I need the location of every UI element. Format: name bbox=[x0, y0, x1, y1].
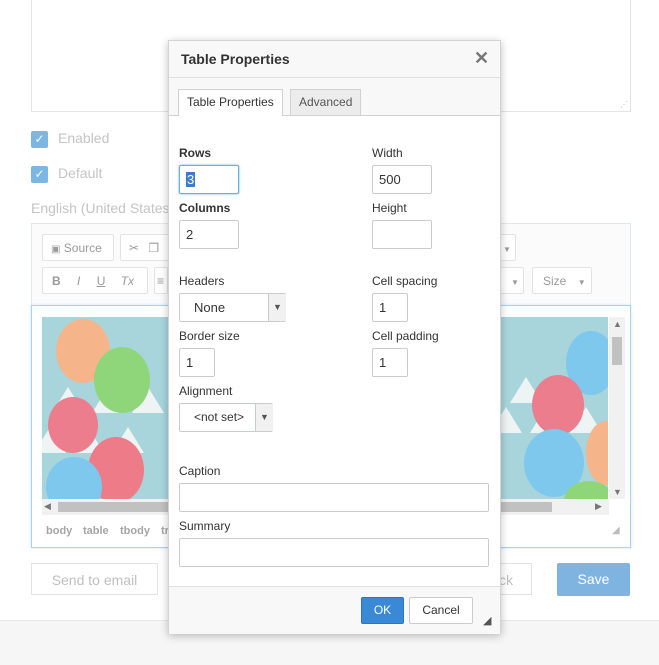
height-label: Height bbox=[372, 201, 407, 215]
summary-input[interactable] bbox=[179, 538, 489, 567]
caption-label: Caption bbox=[179, 464, 221, 478]
columns-input[interactable]: 2 bbox=[179, 220, 239, 249]
format-group: B I U Tx bbox=[42, 267, 148, 294]
enabled-checkbox[interactable]: ✓ bbox=[31, 131, 48, 148]
dialog-title: Table Properties bbox=[181, 51, 290, 67]
cell-padding-input[interactable]: 1 bbox=[372, 348, 408, 377]
path-item-tbody[interactable]: tbody bbox=[120, 525, 150, 537]
source-icon: ▣ bbox=[51, 244, 61, 255]
table-properties-dialog: Table Properties ✕ Table Properties Adva… bbox=[168, 40, 501, 634]
chevron-down-icon: ▼ bbox=[577, 278, 586, 287]
scroll-right-icon[interactable]: ▶ bbox=[595, 501, 602, 512]
cut-copy-group: ✂ ❐ bbox=[120, 234, 170, 261]
balloon-image-right bbox=[500, 317, 608, 499]
ok-button[interactable]: OK bbox=[361, 597, 404, 624]
caption-input[interactable] bbox=[179, 483, 489, 512]
border-size-label: Border size bbox=[179, 329, 240, 343]
cell-spacing-label: Cell spacing bbox=[372, 274, 438, 288]
alignment-select-value: <not set> bbox=[194, 410, 245, 424]
dialog-resize-icon[interactable]: ◢ bbox=[483, 614, 491, 627]
italic-button[interactable]: I bbox=[77, 274, 80, 288]
summary-label: Summary bbox=[179, 519, 231, 533]
cancel-button[interactable]: Cancel bbox=[409, 597, 473, 624]
save-button[interactable]: Save bbox=[557, 563, 630, 596]
scroll-thumb[interactable] bbox=[612, 337, 622, 365]
rows-label: Rows bbox=[179, 146, 212, 160]
balloon-image-left bbox=[42, 317, 168, 499]
headers-label: Headers bbox=[179, 274, 225, 288]
headers-select[interactable]: None ▼ bbox=[179, 293, 286, 322]
dialog-footer: OK Cancel ◢ bbox=[169, 586, 500, 634]
columns-label: Columns bbox=[179, 201, 231, 215]
dialog-title-bar[interactable]: Table Properties ✕ bbox=[169, 41, 500, 78]
default-label: Default bbox=[58, 165, 103, 181]
cell-padding-label: Cell padding bbox=[372, 329, 439, 343]
send-to-email-button[interactable]: Send to email bbox=[31, 563, 158, 595]
path-item-table[interactable]: table bbox=[83, 525, 109, 537]
language-label: English (United States bbox=[31, 200, 170, 216]
close-icon[interactable]: ✕ bbox=[474, 48, 489, 69]
enabled-label: Enabled bbox=[58, 130, 110, 146]
copy-icon[interactable]: ❐ bbox=[148, 241, 159, 255]
chevron-down-icon: ▼ bbox=[268, 294, 286, 321]
path-item-body[interactable]: body bbox=[46, 525, 72, 537]
underline-button[interactable]: U bbox=[97, 274, 106, 288]
border-size-input[interactable]: 1 bbox=[179, 348, 215, 377]
tab-advanced[interactable]: Advanced bbox=[290, 89, 362, 115]
tab-table-properties[interactable]: Table Properties bbox=[178, 89, 283, 116]
bold-button[interactable]: B bbox=[52, 274, 61, 288]
height-input[interactable] bbox=[372, 220, 432, 249]
vertical-scrollbar[interactable]: ▲ ▼ bbox=[609, 317, 625, 499]
source-button[interactable]: ▣ Source bbox=[42, 234, 114, 261]
default-checkbox[interactable]: ✓ bbox=[31, 166, 48, 183]
alignment-select[interactable]: <not set> ▼ bbox=[179, 403, 273, 432]
resize-grip-icon[interactable]: ⋰ bbox=[620, 101, 628, 109]
cut-icon[interactable]: ✂ bbox=[129, 241, 139, 255]
alignment-label: Alignment bbox=[179, 384, 233, 398]
headers-select-value: None bbox=[194, 300, 226, 315]
align-icon[interactable]: ≡ bbox=[154, 267, 168, 294]
rows-input[interactable]: 3 bbox=[179, 165, 239, 194]
width-input[interactable]: 500 bbox=[372, 165, 432, 194]
size-dropdown[interactable]: Size ▼ bbox=[532, 267, 592, 294]
chevron-down-icon: ▼ bbox=[503, 245, 511, 254]
scroll-down-icon[interactable]: ▼ bbox=[613, 487, 622, 497]
cell-spacing-input[interactable]: 1 bbox=[372, 293, 408, 322]
clear-format-button[interactable]: Tx bbox=[121, 274, 134, 288]
chevron-down-icon: ▼ bbox=[511, 278, 519, 287]
scroll-left-icon[interactable]: ◀ bbox=[44, 501, 51, 512]
scroll-up-icon[interactable]: ▲ bbox=[613, 319, 622, 329]
width-label: Width bbox=[372, 146, 403, 160]
chevron-down-icon: ▼ bbox=[255, 404, 273, 431]
editor-resize-icon[interactable]: ◢ bbox=[612, 525, 620, 536]
